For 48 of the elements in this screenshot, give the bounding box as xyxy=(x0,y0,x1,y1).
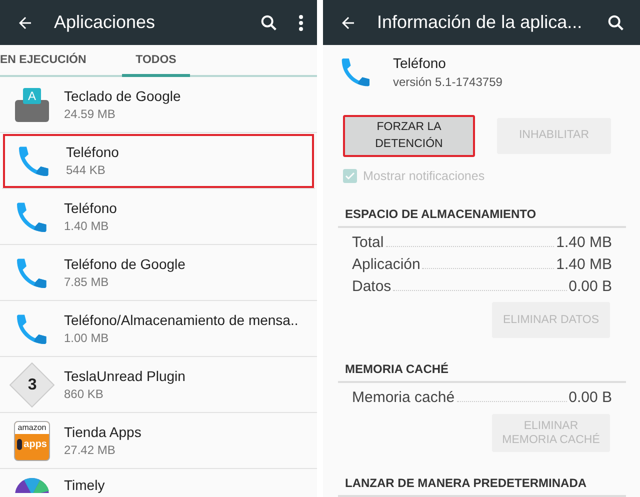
section-header: ESPACIO DE ALMACENAMIENTO xyxy=(338,183,626,228)
action-button[interactable]: FORZAR LA DETENCIÓN xyxy=(343,115,475,157)
store-icon: amazon apps xyxy=(14,420,50,460)
app-list-item[interactable]: Teléfono 544 KB xyxy=(2,133,315,189)
tab[interactable]: TODOS xyxy=(122,45,190,77)
app-size: 544 KB xyxy=(66,163,106,177)
app-name: Teléfono xyxy=(66,144,119,160)
app-name: Teléfono/Almacenamiento de mensa.. xyxy=(64,312,298,328)
app-size: 860 KB xyxy=(64,387,104,401)
storage-label: Aplicación xyxy=(352,256,420,273)
storage-label: Datos xyxy=(352,278,392,294)
app-name: TeslaUnread Plugin xyxy=(64,368,186,384)
app-name: Timely xyxy=(64,477,105,493)
storage-value: 0.00 B xyxy=(568,389,612,406)
storage-value: 1.40 MB xyxy=(556,256,612,273)
app-list-item[interactable]: Teléfono 1.40 MB xyxy=(0,189,317,245)
badge-icon: 3 xyxy=(9,362,55,408)
app-size: 7.85 MB xyxy=(64,275,110,289)
section-header: LANZAR DE MANERA PREDETERMINADA xyxy=(338,452,626,497)
app-version: versión 5.1-1743759 xyxy=(393,75,502,89)
storage-label: Memoria caché xyxy=(352,389,455,406)
app-size: 1.40 MB xyxy=(64,219,110,233)
app-size: 1.00 MB xyxy=(64,331,110,345)
app-list-item[interactable]: A Teclado de Google 24.59 MB xyxy=(0,77,317,133)
app-name: Teléfono xyxy=(64,200,117,216)
app-list-item[interactable]: Timely xyxy=(0,469,317,497)
app-list-item[interactable]: 3 TeslaUnread Plugin 860 KB xyxy=(0,357,317,413)
tab[interactable]: EN EJECUCIÓN xyxy=(0,45,108,75)
section-header: MEMORIA CACHÉ xyxy=(338,338,626,384)
app-list-item[interactable]: Teléfono de Google 7.85 MB xyxy=(0,245,317,301)
storage-value: 1.40 MB xyxy=(556,234,612,251)
app-name: Teléfono xyxy=(393,55,447,71)
screen-title: Información de la aplica... xyxy=(377,12,584,33)
app-name: Tienda Apps xyxy=(64,424,142,440)
storage-label: Total xyxy=(352,234,384,251)
app-name: Teléfono de Google xyxy=(64,256,186,272)
checkbox-label: Mostrar notificaciones xyxy=(363,169,485,183)
app-name: Teclado de Google xyxy=(64,88,181,104)
storage-value: 0.00 B xyxy=(568,278,612,294)
clock-icon xyxy=(14,477,50,493)
app-list-item[interactable]: Teléfono/Almacenamiento de mensa.. 1.00 MB xyxy=(0,301,317,357)
app-list-item[interactable]: amazon apps Tienda Apps 27.42 MB xyxy=(0,413,317,469)
search-icon[interactable] xyxy=(259,12,279,32)
app-size: 27.42 MB xyxy=(64,443,116,457)
search-icon[interactable] xyxy=(606,12,626,32)
screen-title: Aplicaciones xyxy=(54,12,156,33)
app-size: 24.59 MB xyxy=(64,107,116,121)
more-menu-icon[interactable] xyxy=(299,14,303,30)
